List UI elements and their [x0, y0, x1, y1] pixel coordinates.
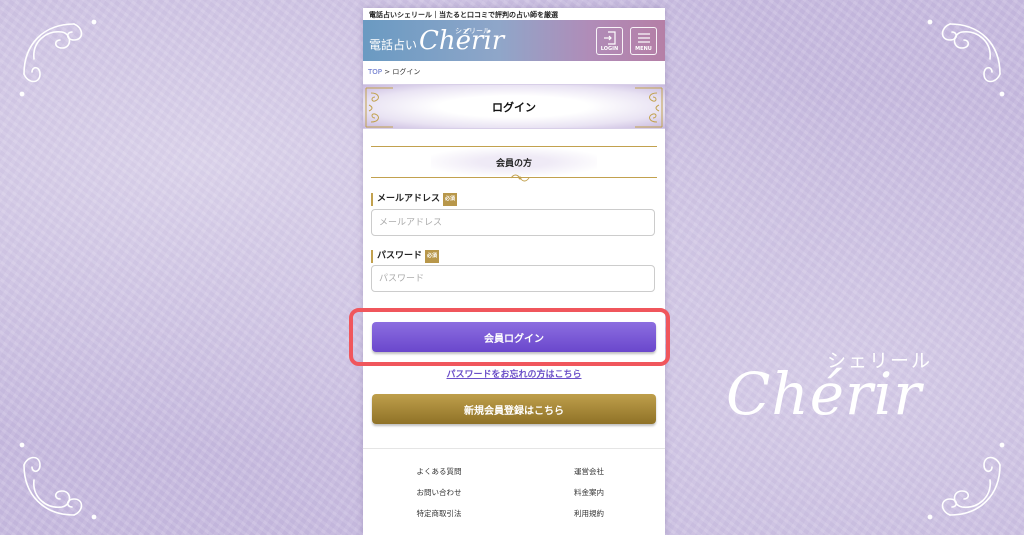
breadcrumb-separator: > [384, 68, 391, 76]
page-title-band: ログイン [363, 84, 665, 129]
ornament-icon [510, 174, 530, 182]
page-title: ログイン [492, 101, 536, 114]
password-label-text: パスワード [377, 251, 423, 261]
site-tagline: 電話占いシェリール｜当たると口コミで評判の占い師を厳選 [369, 10, 558, 19]
footer-link-company[interactable]: 運営会社 [519, 466, 659, 477]
corner-flourish-icon [920, 435, 1010, 525]
site-header: 電話占い Chérir シェリール LOGIN MENU [363, 20, 665, 61]
footer-link-faq[interactable]: よくある質問 [369, 466, 509, 477]
breadcrumb-top-link[interactable]: TOP [368, 68, 382, 76]
login-caption: LOGIN [600, 46, 619, 52]
logo-prefix: 電話占い [369, 38, 418, 52]
footer-link-terms[interactable]: 利用規約 [519, 508, 659, 519]
login-door-icon [604, 31, 616, 45]
forgot-password-link[interactable]: パスワードをお忘れの方はこちら [363, 367, 665, 380]
password-field[interactable] [371, 265, 655, 292]
corner-flourish-icon [14, 14, 104, 104]
mobile-page: 電話占いシェリール｜当たると口コミで評判の占い師を厳選 電話占い Chérir … [363, 8, 665, 535]
corner-flourish-icon [14, 435, 104, 525]
header-login-button[interactable]: LOGIN [596, 27, 623, 55]
member-heading-text: 会員の方 [495, 159, 532, 169]
menu-caption: MENU [635, 46, 652, 52]
member-section-heading: 会員の方 [371, 146, 657, 186]
breadcrumb-current: ログイン [392, 68, 421, 76]
email-field[interactable] [371, 209, 655, 236]
footer-link-tokushoho[interactable]: 特定商取引法 [369, 508, 509, 519]
email-label-text: メールアドレス [377, 194, 441, 204]
footer-divider [363, 448, 665, 449]
header-menu-button[interactable]: MENU [630, 27, 657, 55]
corner-flourish-icon [920, 14, 1010, 104]
brand-script: Chérir [726, 360, 923, 428]
breadcrumb: TOP > ログイン [363, 61, 665, 81]
menu-hamburger-icon [638, 33, 650, 43]
email-label: メールアドレス 必須 [371, 193, 458, 206]
footer-link-contact[interactable]: お問い合わせ [369, 487, 509, 498]
footer-link-pricing[interactable]: 料金案内 [519, 487, 659, 498]
member-login-button[interactable]: 会員ログイン [372, 322, 656, 352]
required-badge: 必須 [443, 193, 458, 206]
logo-kana: シェリール [455, 27, 490, 35]
brand-logo-large: シェリール Chérir [726, 346, 956, 436]
password-label: パスワード 必須 [371, 250, 440, 263]
register-button[interactable]: 新規会員登録はこちら [372, 394, 656, 424]
required-badge: 必須 [425, 250, 440, 263]
